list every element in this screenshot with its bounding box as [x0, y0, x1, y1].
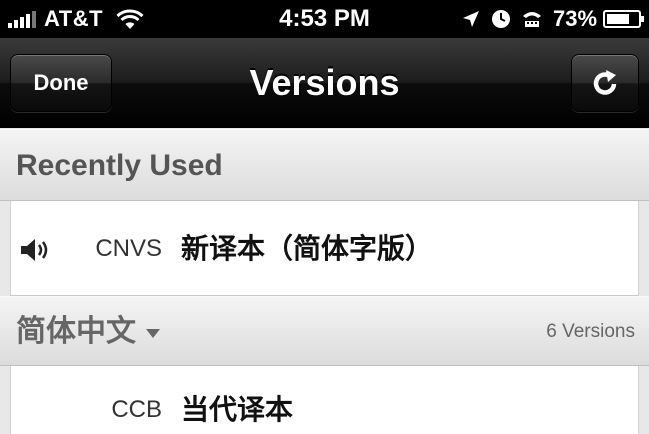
version-name: 当代译本	[181, 394, 294, 425]
versions-screen: AT&T 4:53 PM 73% Versions Done Recently …	[0, 0, 649, 434]
version-abbreviation: CNVS	[95, 235, 162, 262]
tty-icon	[522, 12, 541, 27]
section-header-recently-used: Recently Used	[0, 129, 649, 201]
done-button[interactable]: Done	[10, 54, 112, 112]
status-right: 73%	[451, 0, 644, 38]
speaker-icon	[21, 239, 48, 261]
section-title-group: 简体中文	[16, 297, 160, 367]
battery-icon	[603, 10, 644, 28]
status-bar: AT&T 4:53 PM 73%	[0, 0, 649, 38]
battery-percent: 73%	[552, 6, 597, 31]
refresh-icon	[593, 70, 617, 95]
version-row-cnvs[interactable]: CNVS 新译本（简体字版）	[10, 201, 639, 296]
version-count: 6 Versions	[546, 321, 635, 342]
section-title: 简体中文	[16, 315, 136, 348]
refresh-button[interactable]	[571, 54, 639, 112]
section-title: Recently Used	[16, 149, 223, 182]
section-header-simplified-chinese[interactable]: 简体中文 6 Versions	[0, 296, 649, 366]
nav-bar: Versions Done	[0, 38, 649, 128]
clock-icon	[491, 10, 510, 28]
battery-fill	[607, 14, 629, 24]
caret-down-icon	[146, 328, 160, 338]
version-abbreviation: CCB	[111, 396, 162, 423]
location-arrow-icon	[462, 11, 479, 27]
version-name: 新译本（简体字版）	[181, 233, 434, 264]
version-row-ccb[interactable]: CCB 当代译本	[10, 366, 639, 434]
